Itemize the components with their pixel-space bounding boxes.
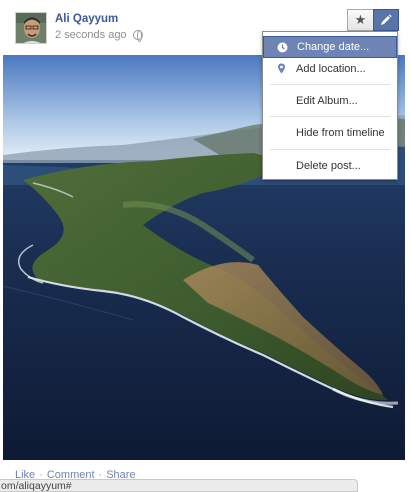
menu-item-label: Edit Album... xyxy=(296,95,358,107)
star-icon: ★ xyxy=(354,12,367,27)
pencil-icon xyxy=(381,14,392,25)
menu-item-add-location[interactable]: Add location... xyxy=(263,58,397,80)
timeline-story: Ali Qayyum 2 seconds ago ★ Change date..… xyxy=(0,0,411,492)
post-meta: 2 seconds ago xyxy=(55,29,143,42)
edit-options-menu: Change date... Add location... Edit Albu… xyxy=(262,31,398,180)
story-edit-controls: ★ xyxy=(347,9,399,31)
avatar[interactable] xyxy=(15,12,47,44)
menu-item-hide-from-timeline[interactable]: Hide from timeline xyxy=(263,122,397,144)
clock-icon xyxy=(277,42,288,53)
map-pin-icon xyxy=(278,63,285,74)
menu-item-label: Delete post... xyxy=(296,160,361,172)
menu-item-change-date[interactable]: Change date... xyxy=(263,36,397,58)
menu-divider xyxy=(270,149,390,150)
menu-divider xyxy=(270,116,390,117)
author-name[interactable]: Ali Qayyum xyxy=(55,13,118,25)
menu-divider xyxy=(270,84,390,85)
star-button[interactable]: ★ xyxy=(347,9,373,31)
menu-item-delete-post[interactable]: Delete post... xyxy=(263,155,397,177)
menu-item-label: Add location... xyxy=(296,63,366,75)
menu-item-label: Hide from timeline xyxy=(296,127,385,139)
browser-status-bar: om/aliqayyum# xyxy=(0,479,358,492)
globe-icon[interactable] xyxy=(132,30,143,42)
status-url: om/aliqayyum# xyxy=(1,480,72,492)
menu-item-edit-album[interactable]: Edit Album... xyxy=(263,90,397,112)
timestamp[interactable]: 2 seconds ago xyxy=(55,29,127,41)
edit-button[interactable] xyxy=(373,9,399,31)
menu-item-label: Change date... xyxy=(297,41,370,53)
